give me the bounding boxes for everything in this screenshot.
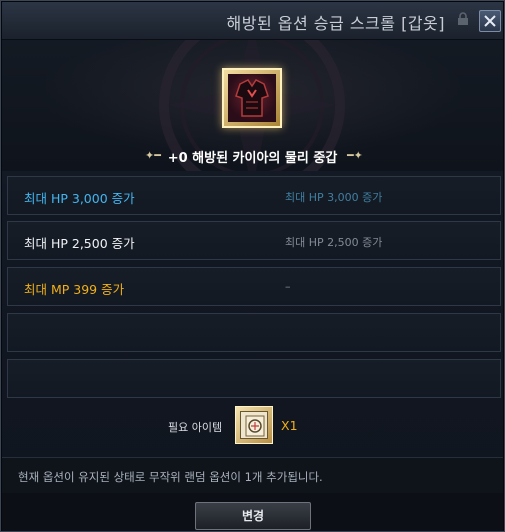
item-slot[interactable] xyxy=(222,68,282,128)
option-current: 최대 HP 3,000 증가 xyxy=(24,191,135,206)
option-row-2[interactable]: 최대 HP 2,500 증가 최대 HP 2,500 증가 xyxy=(7,221,501,260)
option-next: 최대 HP 3,000 증가 xyxy=(285,191,383,204)
description-text: 현재 옵션이 유지된 상태로 무작위 랜덤 옵션이 1개 추가됩니다. xyxy=(18,470,323,484)
required-item-slot[interactable] xyxy=(235,406,273,444)
item-header: ✦━ +0 해방된 카이아의 물리 중갑 ━✦ xyxy=(2,40,503,171)
window-title: 해방된 옵션 승급 스크롤 [갑옷] xyxy=(226,14,445,33)
item-name: +0 해방된 카이아의 물리 중갑 xyxy=(167,151,338,166)
close-icon xyxy=(484,15,496,27)
title-bar[interactable]: 해방된 옵션 승급 스크롤 [갑옷] xyxy=(2,2,503,40)
lock-icon[interactable] xyxy=(454,12,472,30)
scroll-icon xyxy=(240,411,268,439)
close-button[interactable] xyxy=(479,10,501,32)
right-ornament-icon: ━✦ xyxy=(347,149,363,162)
required-item-label: 필요 아이템 xyxy=(168,421,223,434)
option-current: 최대 MP 399 증가 xyxy=(24,282,125,297)
change-button[interactable]: 변경 xyxy=(195,502,311,530)
option-row-1[interactable]: 최대 HP 3,000 증가 최대 HP 3,000 증가 xyxy=(7,176,501,215)
option-next: – xyxy=(285,280,291,293)
option-row-4 xyxy=(7,313,501,352)
option-next: 최대 HP 2,500 증가 xyxy=(285,236,383,249)
description-box: 현재 옵션이 유지된 상태로 무작위 랜덤 옵션이 1개 추가됩니다. xyxy=(2,457,503,493)
required-item-count: X1 xyxy=(281,418,298,433)
option-row-3[interactable]: 최대 MP 399 증가 – xyxy=(7,267,501,306)
option-current: 최대 HP 2,500 증가 xyxy=(24,236,135,251)
option-row-5 xyxy=(7,359,501,398)
armor-chestplate-icon xyxy=(228,74,276,122)
upgrade-scroll-window: 해방된 옵션 승급 스크롤 [갑옷] ✦━ +0 해방된 카이아의 물리 중갑 … xyxy=(0,0,505,532)
